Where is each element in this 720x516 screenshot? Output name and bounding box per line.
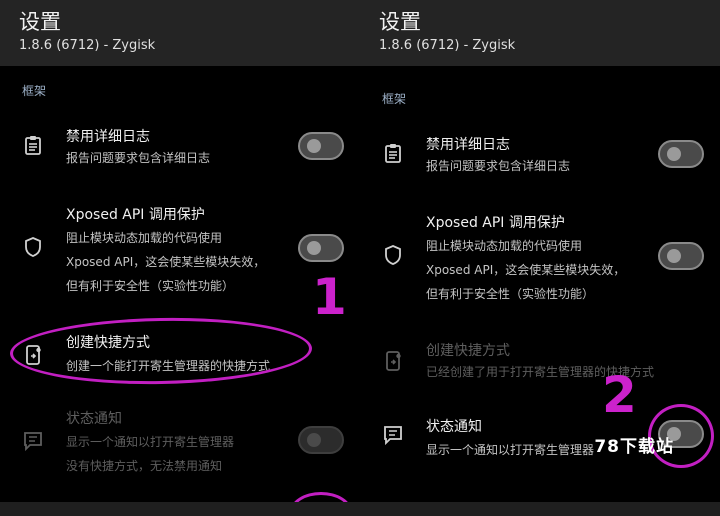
app-header: 设置 1.8.6 (6712) - Zygisk (360, 0, 720, 66)
step-number-2: 2 (602, 366, 637, 424)
step-number-1: 1 (312, 268, 347, 326)
setting-desc: 没有快捷方式，无法禁用通知 (66, 459, 223, 473)
setting-xposed-api-protection[interactable]: Xposed API 调用保护 阻止模块动态加载的代码使用 Xposed API… (360, 208, 720, 308)
setting-desc: 阻止模块动态加载的代码使用 (66, 231, 223, 245)
page-title: 设置 (19, 10, 61, 34)
setting-desc: 显示一个通知以打开寄生管理器 (66, 435, 235, 449)
setting-desc: Xposed API，这会使某些模块失效， (66, 255, 266, 269)
watermark: 78下载站 (594, 437, 674, 457)
page-title: 设置 (379, 10, 421, 34)
clipboard-icon (382, 142, 404, 164)
setting-desc: 显示一个通知以打开寄生管理器 (426, 443, 595, 457)
app-header: 设置 1.8.6 (6712) - Zygisk (0, 0, 360, 66)
version-label: 1.8.6 (6712) - Zygisk (379, 38, 516, 53)
shield-icon (382, 244, 404, 266)
setting-status-notification: 状态通知 显示一个通知以打开寄生管理器 没有快捷方式，无法禁用通知 (0, 408, 360, 478)
setting-xposed-api-protection[interactable]: Xposed API 调用保护 阻止模块动态加载的代码使用 Xposed API… (0, 200, 360, 300)
notification-toggle (298, 426, 344, 454)
setting-disable-verbose-log[interactable]: 禁用详细日志 报告问题要求包含详细日志 (360, 128, 720, 188)
settings-panel-left: 设置 1.8.6 (6712) - Zygisk 框架 禁用详细日志 报告问题要… (0, 0, 360, 516)
shortcut-icon (382, 350, 404, 372)
setting-desc: Xposed API，这会使某些模块失效， (426, 263, 626, 277)
setting-title: 状态通知 (66, 411, 122, 427)
setting-desc: 阻止模块动态加载的代码使用 (426, 239, 583, 253)
clipboard-icon (22, 134, 44, 156)
setting-title: 创建快捷方式 (426, 343, 510, 359)
setting-desc: 但有利于安全性（实验性功能） (66, 279, 235, 293)
setting-title: 禁用详细日志 (426, 137, 510, 153)
setting-desc: 但有利于安全性（实验性功能） (426, 287, 595, 301)
shield-icon (22, 236, 44, 258)
xposed-protection-toggle[interactable] (298, 234, 344, 262)
setting-desc: 报告问题要求包含详细日志 (66, 151, 211, 165)
setting-disable-verbose-log[interactable]: 禁用详细日志 报告问题要求包含详细日志 (0, 120, 360, 180)
notification-icon (22, 430, 44, 452)
verbose-log-toggle[interactable] (298, 132, 344, 160)
setting-title: 状态通知 (426, 419, 482, 435)
section-title: 框架 (22, 84, 47, 98)
xposed-protection-toggle[interactable] (658, 242, 704, 270)
verbose-log-toggle[interactable] (658, 140, 704, 168)
settings-panel-right: 设置 1.8.6 (6712) - Zygisk 框架 禁用详细日志 报告问题要… (360, 0, 720, 516)
setting-title: Xposed API 调用保护 (426, 215, 565, 231)
notification-icon (382, 424, 404, 446)
setting-title: Xposed API 调用保护 (66, 207, 205, 223)
setting-title: 禁用详细日志 (66, 129, 150, 145)
section-title: 框架 (382, 92, 407, 106)
setting-desc: 报告问题要求包含详细日志 (426, 159, 571, 173)
version-label: 1.8.6 (6712) - Zygisk (19, 38, 156, 53)
setting-create-shortcut: 创建快捷方式 已经创建了用于打开寄生管理器的快捷方式 (360, 336, 720, 392)
bottom-strip (0, 502, 720, 516)
